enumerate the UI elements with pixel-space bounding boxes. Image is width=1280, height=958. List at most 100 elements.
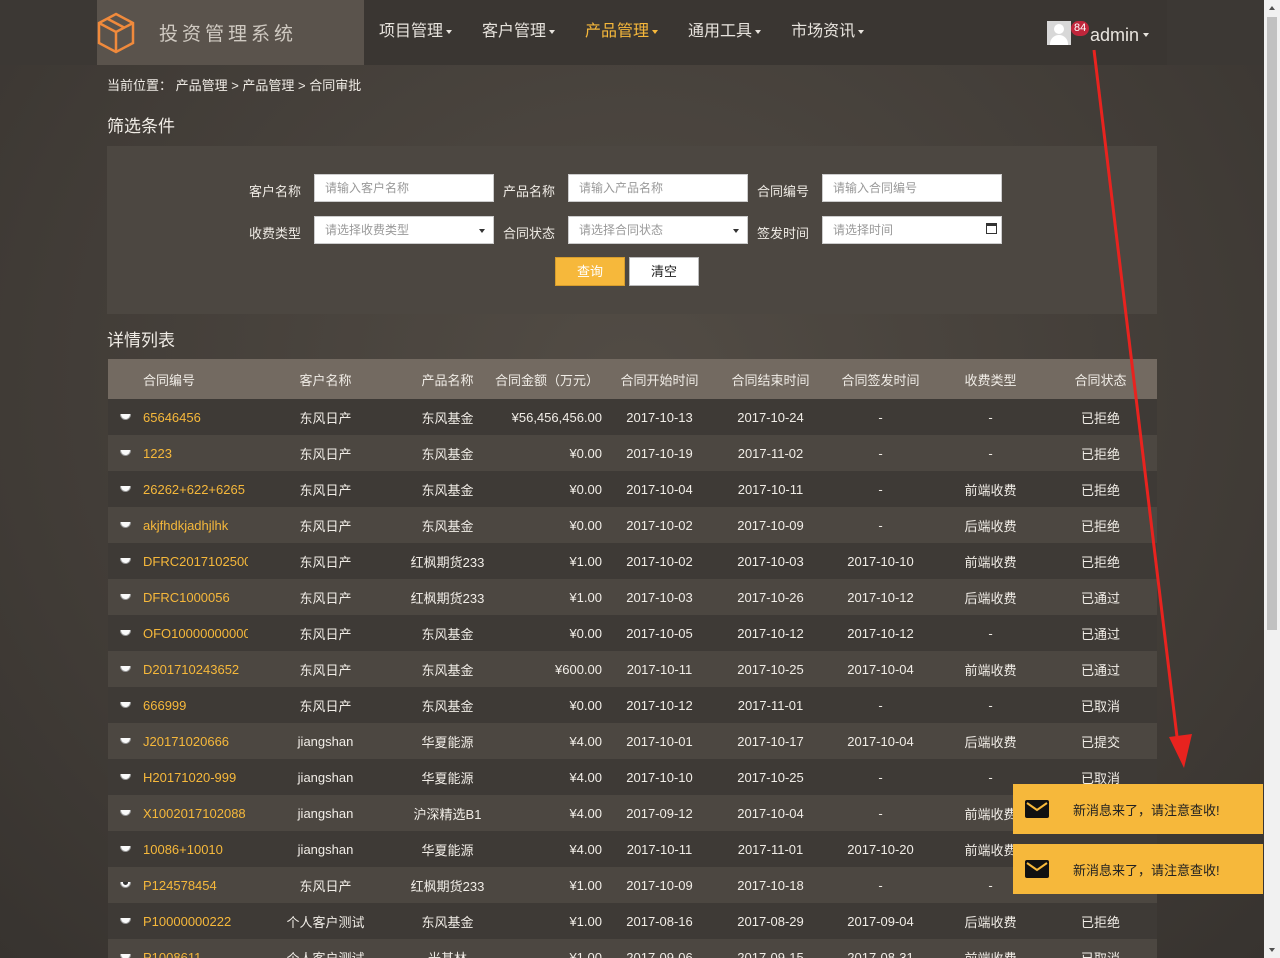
- header-contract-number[interactable]: 合同编号: [143, 370, 248, 389]
- row-radio[interactable]: [120, 738, 131, 744]
- table-row[interactable]: 666999 东风日产 东风基金 ¥0.00 2017-10-12 2017-11-01 -…: [108, 687, 1157, 723]
- product-name-cell: 东风基金: [421, 518, 474, 534]
- row-radio[interactable]: [120, 450, 131, 456]
- contract-status-select[interactable]: 请选择合同状态: [568, 216, 748, 244]
- row-radio[interactable]: [120, 594, 131, 600]
- row-radio[interactable]: [120, 666, 131, 672]
- contract-number-cell[interactable]: akjfhdkjadhjlhk: [143, 518, 248, 533]
- row-radio[interactable]: [120, 846, 131, 852]
- contract-number-cell[interactable]: D201710243652: [143, 662, 248, 677]
- header-amount[interactable]: 合同金额（万元）: [492, 370, 602, 389]
- table-row[interactable]: X1002017102088 jiangshan 沪深精选B1 ¥4.00 2017-0…: [108, 795, 1157, 831]
- contract-number-cell[interactable]: H20171020-999: [143, 770, 248, 785]
- row-radio[interactable]: [120, 882, 131, 888]
- contract-number-cell[interactable]: X1002017102088: [143, 806, 248, 821]
- contract-number-cell[interactable]: P1008611: [143, 950, 248, 958]
- contract-number-cell[interactable]: P124578454: [143, 878, 248, 893]
- clear-button[interactable]: 清空: [629, 257, 699, 286]
- table-row[interactable]: OFO10000000000 东风日产 东风基金 ¥0.00 2017-10-05 201…: [108, 615, 1157, 651]
- row-radio[interactable]: [120, 522, 131, 528]
- user-menu[interactable]: admin: [1047, 18, 1150, 48]
- brand[interactable]: 投资管理系统: [97, 0, 364, 65]
- header-customer-name[interactable]: 客户名称: [248, 370, 403, 389]
- nav-label: 通用工具: [688, 23, 753, 40]
- issue-date-picker[interactable]: 请选择时间: [822, 216, 1002, 244]
- issue-date-cell: 2017-10-04: [847, 661, 914, 677]
- start-date-cell: 2017-10-02: [626, 553, 693, 569]
- header-status[interactable]: 合同状态: [1044, 370, 1157, 389]
- fee-type-select[interactable]: 请选择收费类型: [314, 216, 494, 244]
- contract-number-cell[interactable]: DFRC2017102500: [143, 554, 248, 569]
- fee-type-label: 收费类型: [248, 226, 301, 241]
- row-radio[interactable]: [120, 414, 131, 420]
- table-row[interactable]: 65646456 东风日产 东风基金 ¥56,456,456.00 2017-10-13…: [108, 399, 1157, 435]
- end-date-cell: 2017-10-24: [737, 409, 804, 425]
- amount-cell: ¥0.00: [569, 517, 602, 533]
- header-product-name[interactable]: 产品名称: [403, 370, 492, 389]
- header-issue-date[interactable]: 合同签发时间: [824, 370, 937, 389]
- caret-down-icon: [549, 29, 556, 34]
- contract-number-cell[interactable]: 10086+10010: [143, 842, 248, 857]
- contract-number-cell[interactable]: P10000000222: [143, 914, 248, 929]
- customer-name-input[interactable]: 请输入客户名称: [314, 174, 494, 202]
- notification-toast[interactable]: 新消息来了，请注意查收!: [1013, 784, 1263, 834]
- nav-item-market-news[interactable]: 市场资讯: [776, 0, 879, 65]
- nav-item-tools[interactable]: 通用工具: [673, 0, 776, 65]
- row-radio[interactable]: [120, 954, 131, 958]
- table-row[interactable]: D201710243652 东风日产 东风基金 ¥600.00 2017-10-11 20…: [108, 651, 1157, 687]
- table-row[interactable]: 10086+10010 jiangshan 华夏能源 ¥4.00 2017-10-11 2…: [108, 831, 1157, 867]
- header-fee-type[interactable]: 收费类型: [937, 370, 1044, 389]
- placeholder: 请选择合同状态: [579, 223, 664, 237]
- table-row[interactable]: DFRC2017102500 东风日产 红枫期货233 ¥1.00 2017-10-02…: [108, 543, 1157, 579]
- table-row[interactable]: 1223 东风日产 东风基金 ¥0.00 2017-10-19 2017-11-02 - - 已…: [108, 435, 1157, 471]
- contract-number-cell[interactable]: 65646456: [143, 410, 248, 425]
- table-row[interactable]: 26262+622+6265 东风日产 东风基金 ¥0.00 2017-10-04 201…: [108, 471, 1157, 507]
- header-start-date[interactable]: 合同开始时间: [602, 370, 717, 389]
- table-row[interactable]: akjfhdkjadhjlhk 东风日产 东风基金 ¥0.00 2017-10-02 20…: [108, 507, 1157, 543]
- contract-number-cell[interactable]: OFO10000000000: [143, 626, 248, 641]
- row-radio[interactable]: [120, 630, 131, 636]
- row-select-cell: [108, 558, 143, 564]
- start-date-cell: 2017-10-01: [626, 733, 693, 749]
- notification-toast[interactable]: 新消息来了，请注意查收!: [1013, 844, 1263, 894]
- nav-item-customers[interactable]: 客户管理: [467, 0, 570, 65]
- scrollbar-thumb[interactable]: [1267, 17, 1277, 630]
- table-row[interactable]: P124578454 东风日产 红枫期货233 ¥1.00 2017-10-09 2017…: [108, 867, 1157, 903]
- product-name-cell: 东风基金: [421, 626, 474, 642]
- scroll-up-icon[interactable]: [1269, 6, 1275, 10]
- customer-name-cell: 东风日产: [299, 554, 352, 570]
- amount-cell: ¥4.00: [569, 769, 602, 785]
- caret-down-icon: [479, 229, 485, 233]
- nav-item-products[interactable]: 产品管理: [570, 0, 673, 65]
- table-row[interactable]: P10000000222 个人客户测试 东风基金 ¥1.00 2017-08-16 201…: [108, 903, 1157, 939]
- vertical-scrollbar[interactable]: [1264, 0, 1280, 958]
- issue-date-cell: -: [878, 697, 883, 713]
- contract-number-cell[interactable]: 1223: [143, 446, 248, 461]
- header-end-date[interactable]: 合同结束时间: [717, 370, 824, 389]
- row-radio[interactable]: [120, 918, 131, 924]
- row-radio[interactable]: [120, 774, 131, 780]
- row-radio[interactable]: [120, 810, 131, 816]
- table-row[interactable]: P1008611 个人客户测试 光基林 ¥1.00 2017-09-06 2017-09-…: [108, 939, 1157, 958]
- row-radio[interactable]: [120, 558, 131, 564]
- end-date-cell: 2017-09-15: [737, 949, 804, 958]
- contract-number-input[interactable]: 请输入合同编号: [822, 174, 1002, 202]
- scroll-down-icon[interactable]: [1269, 948, 1275, 952]
- issue-date-cell: 2017-10-12: [847, 625, 914, 641]
- contract-number-cell[interactable]: J20171020666: [143, 734, 248, 749]
- contract-number-cell[interactable]: 26262+622+6265: [143, 482, 248, 497]
- table-row[interactable]: H20171020-999 jiangshan 华夏能源 ¥4.00 2017-10-1…: [108, 759, 1157, 795]
- query-button[interactable]: 查询: [555, 257, 625, 286]
- issue-date-cell: -: [878, 409, 883, 425]
- row-radio[interactable]: [120, 702, 131, 708]
- contract-number-cell[interactable]: 666999: [143, 698, 248, 713]
- table-row[interactable]: J20171020666 jiangshan 华夏能源 ¥4.00 2017-10-01…: [108, 723, 1157, 759]
- contract-number-cell[interactable]: DFRC1000056: [143, 590, 248, 605]
- table-header: 合同编号 客户名称 产品名称 合同金额（万元） 合同开始时间 合同结束时间 合同…: [108, 359, 1157, 399]
- table-row[interactable]: DFRC1000056 东风日产 红枫期货233 ¥1.00 2017-10-03 201…: [108, 579, 1157, 615]
- nav-item-projects[interactable]: 项目管理: [364, 0, 467, 65]
- status-cell: 已通过: [1080, 626, 1120, 642]
- row-radio[interactable]: [120, 486, 131, 492]
- product-name-input[interactable]: 请输入产品名称: [568, 174, 748, 202]
- issue-date-cell: 2017-10-20: [847, 841, 914, 857]
